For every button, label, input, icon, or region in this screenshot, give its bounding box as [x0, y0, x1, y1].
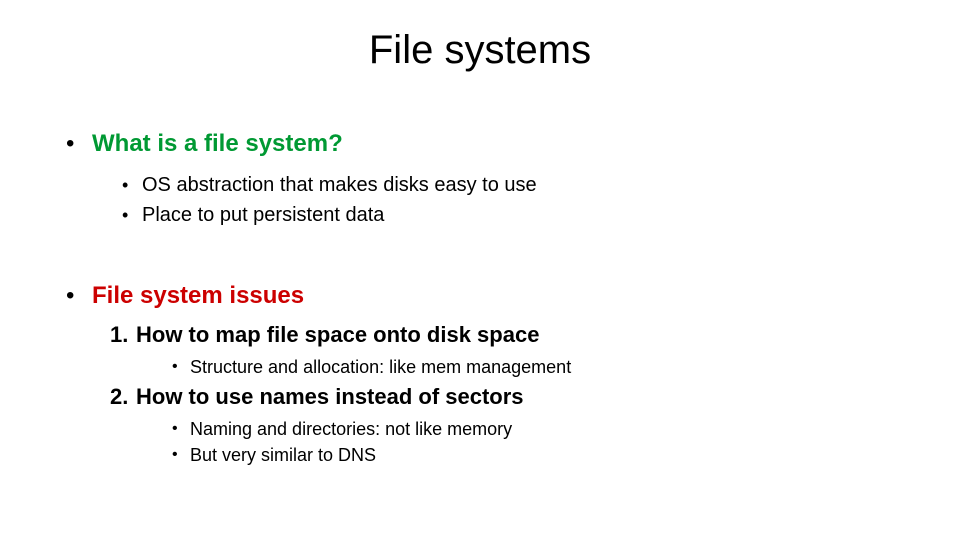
slide-body: What is a file system? OS abstraction th… — [62, 128, 902, 474]
bullet-item: Place to put persistent data — [120, 200, 902, 230]
numbered-label: How to use names instead of sectors — [136, 384, 524, 409]
section-heading: What is a file system? — [92, 130, 343, 157]
bullet-item: OS abstraction that makes disks easy to … — [120, 170, 902, 200]
sub-bullet: Naming and directories: not like memory — [170, 416, 902, 442]
slide-title: File systems — [0, 28, 960, 73]
numbered-label: How to map file space onto disk space — [136, 322, 539, 347]
section-issues: File system issues How to map file space… — [62, 280, 902, 468]
sub-bullet: But very similar to DNS — [170, 442, 902, 468]
numbered-item: How to map file space onto disk space St… — [110, 320, 902, 380]
spacer — [62, 236, 902, 280]
sub-bullet: Structure and allocation: like mem manag… — [170, 354, 902, 380]
slide: File systems What is a file system? OS a… — [0, 0, 960, 540]
section-what-is: What is a file system? OS abstraction th… — [62, 128, 902, 230]
section-heading: File system issues — [92, 282, 304, 309]
numbered-item: How to use names instead of sectors Nami… — [110, 382, 902, 468]
